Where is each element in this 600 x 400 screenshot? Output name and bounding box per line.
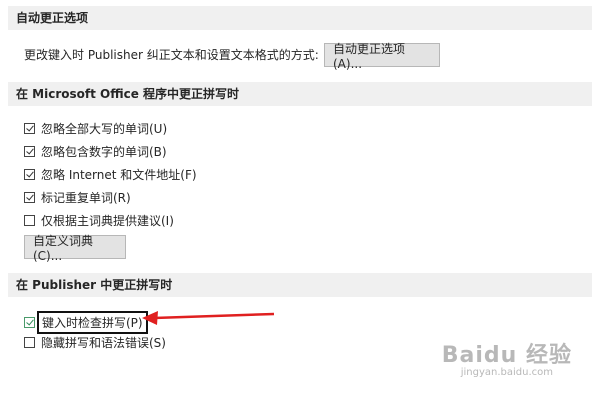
- autocorrect-description-row: 更改键入时 Publisher 纠正文本和设置文本格式的方式:: [24, 46, 319, 63]
- publisher-section-header: 在 Publisher 中更正拼写时: [8, 273, 592, 297]
- checkbox-ignore-numbers[interactable]: [24, 146, 35, 157]
- option-ignore-internet[interactable]: 忽略 Internet 和文件地址(F): [24, 166, 197, 183]
- checkbox-ignore-uppercase[interactable]: [24, 123, 35, 134]
- option-label: 忽略包含数字的单词(B): [41, 145, 167, 159]
- watermark-sub: jingyan.baidu.com: [460, 367, 554, 378]
- checkbox-hide-errors[interactable]: [24, 337, 35, 348]
- checkbox-main-dictionary[interactable]: [24, 215, 35, 226]
- option-label: 仅根据主词典提供建议(I): [41, 214, 174, 228]
- autocorrect-section-header: 自动更正选项: [8, 6, 592, 30]
- arrow-head: [142, 311, 158, 325]
- office-section-header: 在 Microsoft Office 程序中更正拼写时: [8, 82, 592, 106]
- annotation-arrow-icon: [142, 311, 275, 325]
- option-label: 隐藏拼写和语法错误(S): [41, 336, 166, 350]
- checkbox-ignore-internet[interactable]: [24, 169, 35, 180]
- arrow-shaft: [153, 312, 275, 320]
- option-label: 标记重复单词(R): [41, 191, 131, 205]
- option-main-dictionary[interactable]: 仅根据主词典提供建议(I): [24, 212, 174, 229]
- option-label-highlighted: 键入时检查拼写(P): [37, 311, 148, 334]
- checkbox-flag-repeated[interactable]: [24, 192, 35, 203]
- option-ignore-uppercase[interactable]: 忽略全部大写的单词(U): [24, 120, 167, 137]
- watermark-main: Baidu 经验: [441, 343, 572, 368]
- option-hide-errors[interactable]: 隐藏拼写和语法错误(S): [24, 334, 166, 351]
- custom-dictionary-button[interactable]: 自定义词典(C)...: [24, 234, 126, 263]
- option-flag-repeated[interactable]: 标记重复单词(R): [24, 189, 131, 206]
- option-ignore-numbers[interactable]: 忽略包含数字的单词(B): [24, 143, 167, 160]
- option-label: 忽略 Internet 和文件地址(F): [41, 168, 197, 182]
- checkbox-check-spelling[interactable]: [24, 317, 35, 328]
- autocorrect-description: 更改键入时 Publisher 纠正文本和设置文本格式的方式:: [24, 48, 319, 62]
- option-label: 忽略全部大写的单词(U): [41, 122, 168, 136]
- baidu-watermark: Baidu 经验 jingyan.baidu.com: [442, 337, 572, 378]
- option-check-spelling-as-type[interactable]: 键入时检查拼写(P): [24, 311, 148, 334]
- autocorrect-options-button[interactable]: 自动更正选项(A)...: [324, 42, 440, 71]
